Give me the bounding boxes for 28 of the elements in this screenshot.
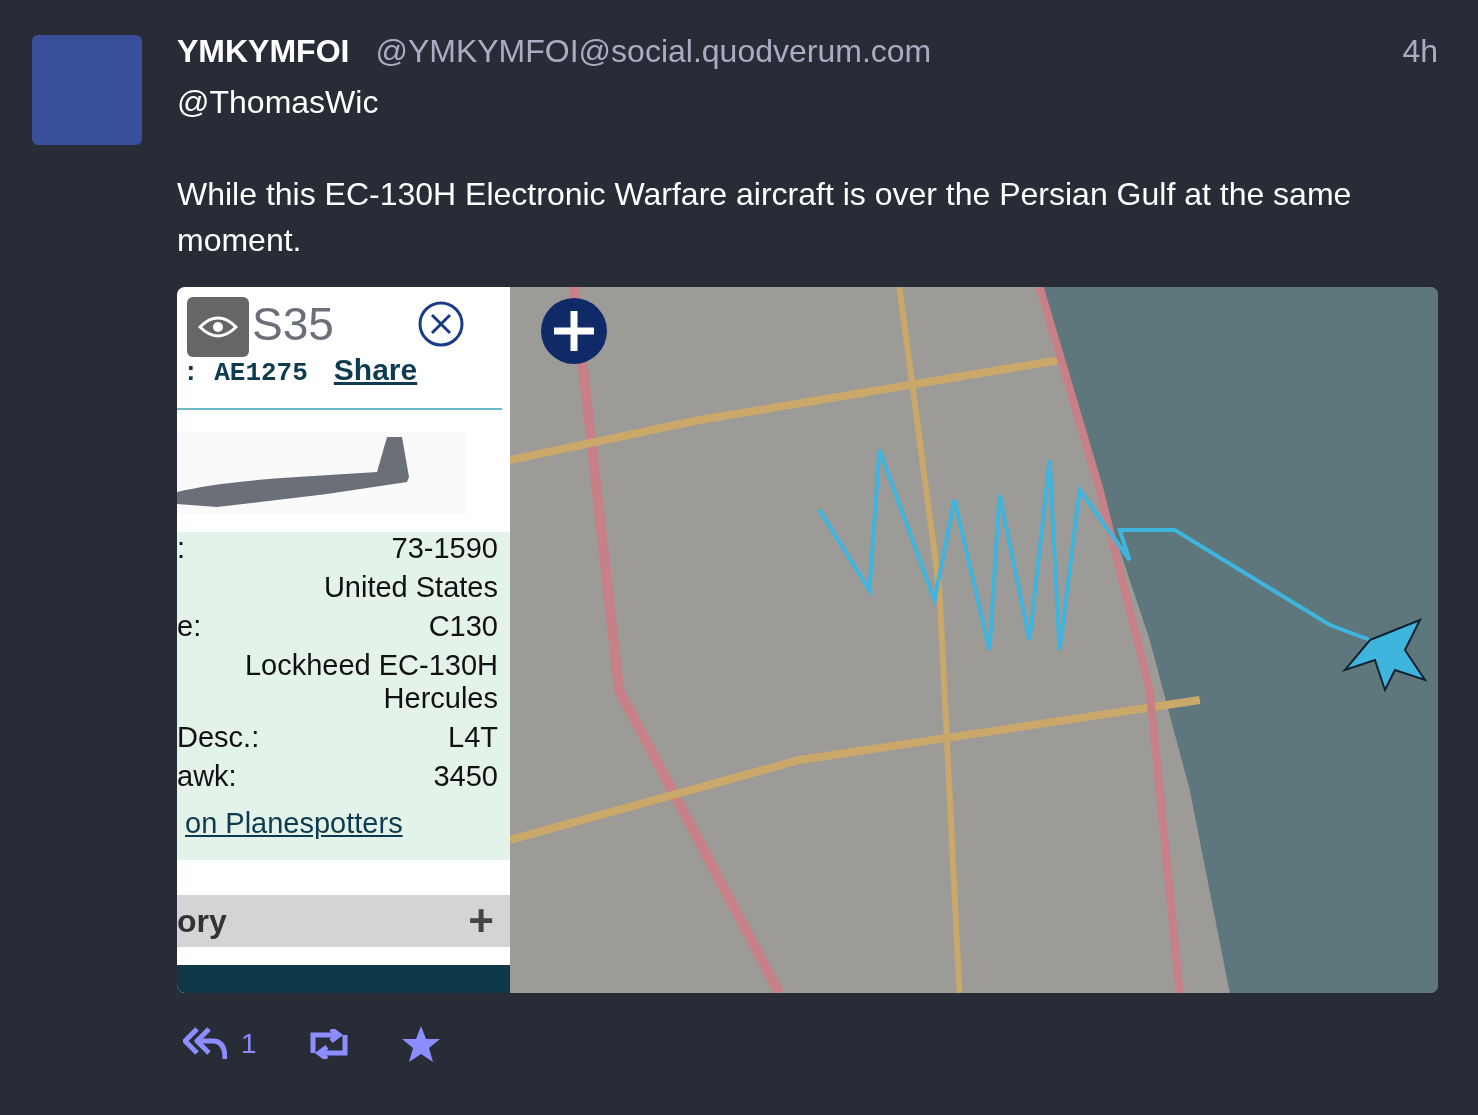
favourite-star-icon[interactable] bbox=[400, 1025, 441, 1063]
field-label: : bbox=[177, 532, 186, 565]
section-header[interactable]: ory + bbox=[177, 895, 510, 947]
post-time[interactable]: 4h bbox=[1402, 33, 1438, 70]
planespotters-link[interactable]: on Planespotters bbox=[177, 793, 510, 860]
close-icon[interactable] bbox=[417, 300, 465, 348]
field-value: C130 bbox=[428, 610, 498, 643]
field-value: Lockheed EC-130H Hercules bbox=[243, 649, 498, 715]
field-value: United States bbox=[323, 571, 498, 604]
display-name[interactable]: YMKYMFOI bbox=[177, 33, 350, 70]
field-label: e: bbox=[177, 610, 202, 643]
post-text: While this EC-130H Electronic Warfare aircraft is over the Persian Gulf at the same moment. bbox=[177, 175, 1353, 260]
account-handle: @YMKYMFOI@social.quodverum.com bbox=[375, 33, 932, 70]
field-value: L4T bbox=[448, 721, 498, 754]
field-label: Desc.: bbox=[177, 721, 260, 754]
eye-icon[interactable] bbox=[187, 297, 249, 357]
callsign-text: S35 bbox=[252, 297, 334, 351]
field-value: 3450 bbox=[433, 760, 498, 793]
reply-count: 1 bbox=[241, 1028, 257, 1060]
mention-link[interactable]: @ThomasWic bbox=[177, 84, 1438, 121]
section-title: ory bbox=[177, 902, 227, 940]
share-link[interactable]: Share bbox=[333, 353, 418, 387]
field-label: awk: bbox=[177, 760, 237, 793]
expand-button[interactable]: + bbox=[468, 899, 494, 943]
hex-code: : AE1275 bbox=[183, 358, 308, 388]
reply-all-icon[interactable] bbox=[183, 1027, 227, 1061]
zoom-in-icon[interactable] bbox=[540, 297, 608, 365]
field-value: 73-1590 bbox=[391, 532, 498, 565]
